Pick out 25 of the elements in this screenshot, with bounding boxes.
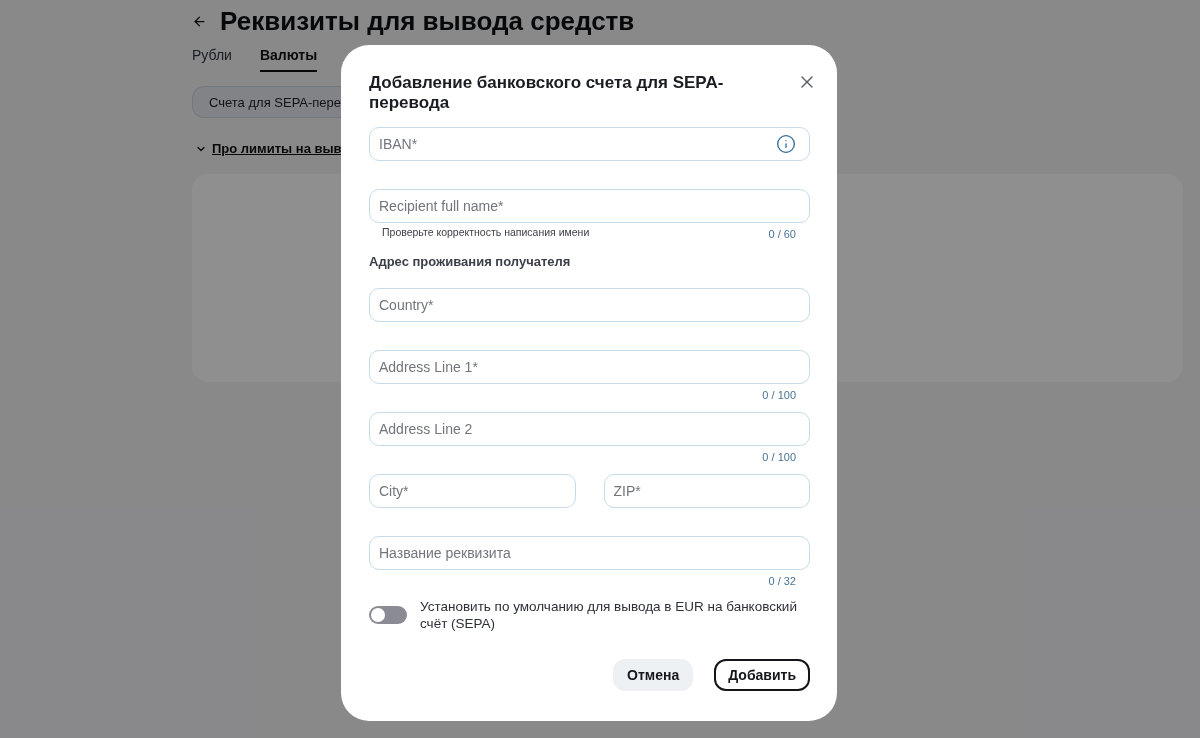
limits-link[interactable]: Про лимиты на выв [195, 141, 342, 157]
input-field[interactable]: Название реквизита [369, 536, 810, 570]
field-hint: Проверьте корректность написания имени [382, 225, 590, 238]
add-button[interactable]: Добавить [714, 659, 810, 691]
input-field[interactable]: Recipient full name* [369, 189, 810, 223]
toggle-switch[interactable] [369, 606, 407, 624]
cancel-button[interactable]: Отмена [613, 659, 694, 691]
input-field[interactable]: ZIP* [603, 474, 810, 508]
input-field[interactable]: Address Line 1* [369, 350, 810, 384]
input-field[interactable]: City* [369, 474, 576, 508]
input-field[interactable]: IBAN* [369, 127, 810, 161]
dialog-title: Добавление банковского счета для SEPA-перевода [369, 73, 725, 113]
character-counter: 0 / 60 [768, 227, 796, 241]
character-counter: 0 / 100 [762, 450, 796, 464]
toggle-label: Установить по умолчанию для вывода в EUR на банковский счёт (SEPA) [420, 598, 798, 632]
tab[interactable]: Рубли [192, 46, 232, 72]
account-type-chip[interactable]: Счета для SEPA-пере [192, 86, 341, 118]
character-counter: 0 / 32 [768, 574, 796, 588]
section-heading: Адрес проживания получателя [369, 253, 572, 271]
character-counter: 0 / 100 [762, 388, 796, 402]
tab[interactable]: Валюты [259, 46, 318, 72]
input-field[interactable]: Address Line 2 [369, 412, 810, 446]
info-icon[interactable] [776, 134, 796, 154]
page-title: Реквизиты для вывода средств [220, 5, 635, 37]
input-field[interactable]: Country* [369, 288, 810, 322]
